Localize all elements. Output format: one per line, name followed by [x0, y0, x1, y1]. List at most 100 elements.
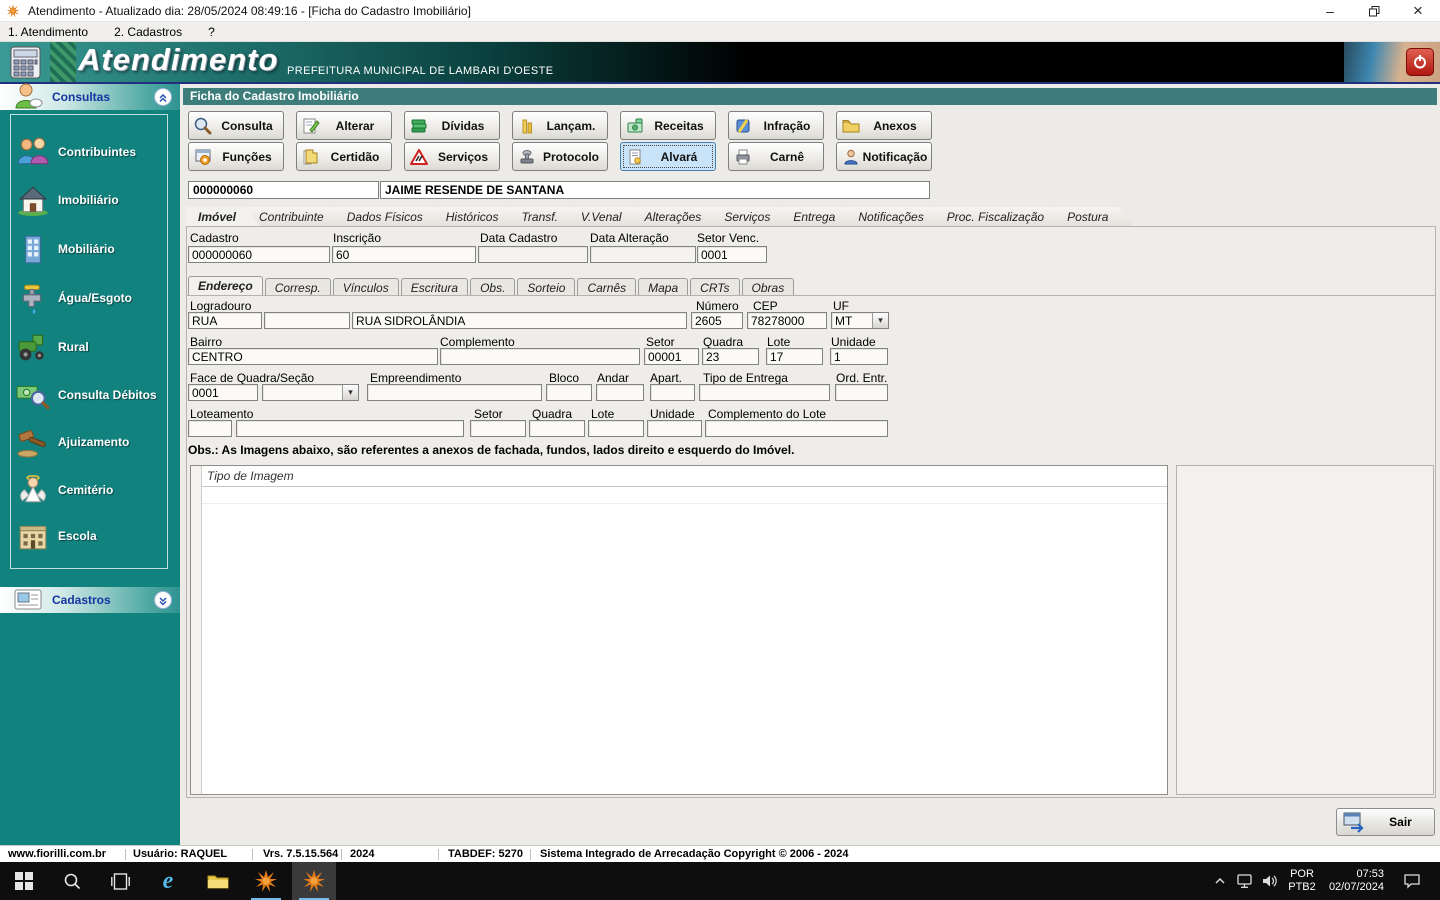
- app-task-button-2-active[interactable]: [292, 862, 336, 900]
- ord-entr-input[interactable]: [835, 384, 888, 401]
- quadra-input[interactable]: 23: [702, 348, 759, 365]
- empreendimento-input[interactable]: [367, 384, 542, 401]
- toolbar-button-certidao[interactable]: Certidão: [296, 142, 392, 171]
- grid-column-header[interactable]: Tipo de Imagem: [202, 466, 1167, 487]
- subtab-endereco[interactable]: Endereço: [188, 276, 263, 295]
- sidebar-item-escola[interactable]: Escola: [14, 514, 172, 558]
- volume-tray-button[interactable]: [1256, 862, 1284, 900]
- subtab-sorteio[interactable]: Sorteio: [517, 278, 576, 295]
- inscricao-input[interactable]: 60: [332, 246, 476, 263]
- bairro-input[interactable]: CENTRO: [188, 348, 438, 365]
- menu-cadastros[interactable]: 2. Cadastros: [114, 25, 182, 39]
- logradouro-compl-input[interactable]: [264, 312, 350, 329]
- lot-quadra-input[interactable]: [529, 420, 585, 437]
- menu-atendimento[interactable]: 1. Atendimento: [8, 25, 88, 39]
- sidebar-item-ajuizamento[interactable]: Ajuizamento: [14, 420, 172, 464]
- app-task-button-1[interactable]: [244, 862, 288, 900]
- taskbar-search-button[interactable]: [50, 862, 94, 900]
- action-center-button[interactable]: [1392, 862, 1432, 900]
- toolbar-button-servicos[interactable]: Serviços: [404, 142, 500, 171]
- sidebar-item-agua-esgoto[interactable]: Água/Esgoto: [14, 276, 172, 320]
- subtab-crts[interactable]: CRTs: [690, 278, 740, 295]
- file-explorer-button[interactable]: [196, 862, 240, 900]
- sidebar-item-consulta-debitos[interactable]: Consulta Débitos: [14, 373, 172, 417]
- clock-indicator[interactable]: 07:53 02/07/2024: [1320, 862, 1386, 900]
- start-button[interactable]: [2, 862, 46, 900]
- collapse-consultas-button[interactable]: [154, 88, 172, 106]
- toolbar-button-notificacao[interactable]: Notificação: [836, 142, 932, 171]
- restore-button[interactable]: [1352, 0, 1396, 22]
- toolbar-button-alterar[interactable]: Alterar: [296, 111, 392, 140]
- subtab-mapa[interactable]: Mapa: [638, 278, 689, 295]
- subtab-corresp[interactable]: Corresp.: [264, 278, 331, 295]
- toolbar-button-alvara[interactable]: Alvará: [620, 142, 716, 171]
- data-cadastro-input[interactable]: [478, 246, 588, 263]
- sidebar-item-imobiliario[interactable]: Imobiliário: [14, 178, 172, 222]
- power-button[interactable]: [1406, 48, 1434, 76]
- subtab-obras[interactable]: Obras: [741, 278, 795, 295]
- tab-notificacoes[interactable]: Notificações: [846, 207, 947, 226]
- subtab-carnes[interactable]: Carnês: [577, 278, 637, 295]
- loteamento-nome-input[interactable]: [236, 420, 464, 437]
- sidebar-group-consultas[interactable]: Consultas: [0, 83, 180, 110]
- lot-setor-input[interactable]: [470, 420, 526, 437]
- data-alteracao-input[interactable]: [590, 246, 696, 263]
- numero-input[interactable]: 2605: [691, 312, 743, 329]
- toolbar-button-dividas[interactable]: Dívidas: [404, 111, 500, 140]
- toolbar-button-consulta[interactable]: Consulta: [188, 111, 284, 140]
- logradouro-nome-input[interactable]: RUA SIDROLÂNDIA: [352, 312, 687, 329]
- loteamento-cod-input[interactable]: [188, 420, 232, 437]
- task-view-button[interactable]: [98, 862, 142, 900]
- tray-chevron-button[interactable]: [1206, 862, 1234, 900]
- image-grid[interactable]: Tipo de Imagem: [190, 465, 1168, 795]
- record-code-field[interactable]: 000000060: [188, 181, 379, 199]
- subtab-obs[interactable]: Obs.: [470, 278, 516, 295]
- face-dropdown-arrow[interactable]: ▾: [342, 385, 358, 400]
- face-input[interactable]: 0001: [188, 384, 258, 401]
- toolbar-button-carne[interactable]: Carnê: [728, 142, 824, 171]
- subtab-escritura[interactable]: Escritura: [400, 278, 469, 295]
- toolbar-button-receitas[interactable]: Receitas: [620, 111, 716, 140]
- subtab-vinculos[interactable]: Vínculos: [332, 278, 399, 295]
- toolbar-button-anexos[interactable]: Anexos: [836, 111, 932, 140]
- sidebar-item-rural[interactable]: Rural: [14, 325, 172, 369]
- setor-input[interactable]: 00001: [644, 348, 699, 365]
- uf-select[interactable]: MT ▾: [831, 312, 889, 329]
- sidebar-item-mobiliario[interactable]: Mobiliário: [14, 227, 172, 271]
- toolbar-button-protocolo[interactable]: Protocolo: [512, 142, 608, 171]
- uf-dropdown-arrow[interactable]: ▾: [872, 313, 888, 328]
- tab-alteracoes[interactable]: Alterações: [633, 207, 726, 226]
- apart-input[interactable]: [650, 384, 695, 401]
- sair-button[interactable]: Sair: [1336, 808, 1435, 836]
- setor-venc-input[interactable]: 0001: [697, 246, 767, 263]
- toolbar-button-lancam[interactable]: Lançam.: [512, 111, 608, 140]
- network-tray-button[interactable]: [1232, 862, 1258, 900]
- lot-lote-input[interactable]: [588, 420, 644, 437]
- tipo-entrega-input[interactable]: [699, 384, 830, 401]
- tab-postura[interactable]: Postura: [1055, 207, 1132, 226]
- lote-input[interactable]: 17: [766, 348, 823, 365]
- tab-contribuinte[interactable]: Contribuinte: [247, 207, 348, 226]
- minimize-button[interactable]: –: [1308, 0, 1352, 22]
- cadastro-input[interactable]: 000000060: [188, 246, 330, 263]
- andar-input[interactable]: [596, 384, 644, 401]
- compl-lote-input[interactable]: [705, 420, 888, 437]
- cep-input[interactable]: 78278000: [747, 312, 827, 329]
- language-indicator[interactable]: POR PTB2: [1284, 862, 1320, 900]
- sidebar-item-contribuintes[interactable]: Contribuintes: [14, 130, 172, 174]
- internet-explorer-button[interactable]: e: [146, 862, 190, 900]
- lot-unidade-input[interactable]: [647, 420, 702, 437]
- record-name-field[interactable]: JAIME RESENDE DE SANTANA: [380, 181, 930, 199]
- close-button[interactable]: ×: [1396, 0, 1440, 22]
- toolbar-button-funcoes[interactable]: Funções: [188, 142, 284, 171]
- toolbar-button-infracao[interactable]: Infração: [728, 111, 824, 140]
- tab-dados-fisicos[interactable]: Dados Físicos: [335, 207, 447, 226]
- logradouro-tipo-input[interactable]: RUA: [188, 312, 262, 329]
- expand-cadastros-button[interactable]: [154, 591, 172, 609]
- menu-help[interactable]: ?: [208, 25, 215, 39]
- bloco-input[interactable]: [546, 384, 592, 401]
- tab-historicos[interactable]: Históricos: [434, 207, 523, 226]
- unidade-input[interactable]: 1: [830, 348, 888, 365]
- face-select[interactable]: ▾: [262, 384, 359, 401]
- tab-proc-fiscalizacao[interactable]: Proc. Fiscalização: [935, 207, 1068, 226]
